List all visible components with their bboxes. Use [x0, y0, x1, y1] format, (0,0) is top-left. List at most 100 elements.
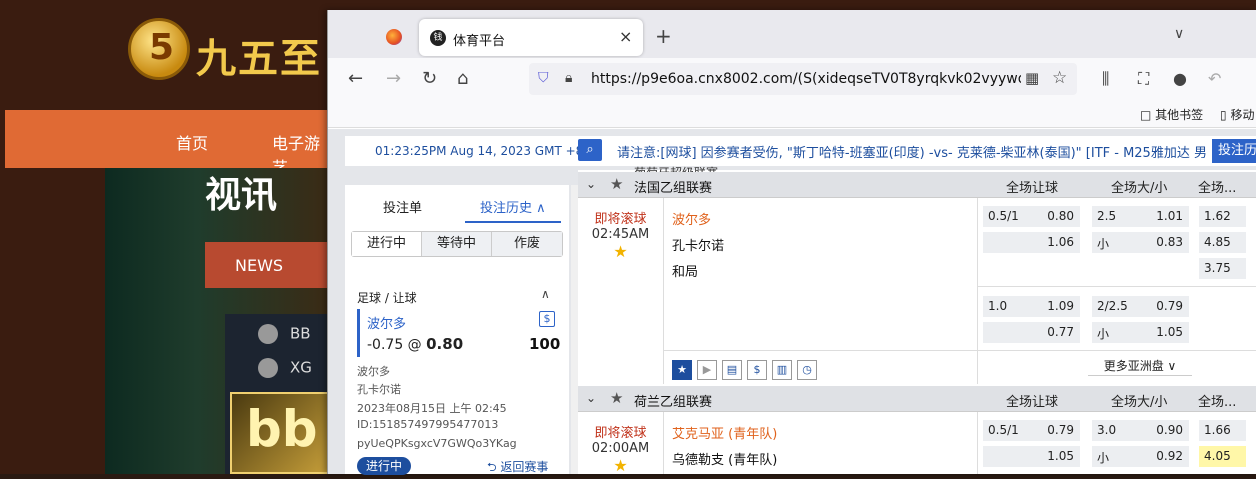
odds-cell[interactable]: 小 1.05	[1092, 322, 1189, 343]
odds-cell[interactable]: 0.5/1 0.80	[983, 206, 1080, 227]
odds-cell[interactable]: 2/2.5 0.79	[1092, 296, 1189, 317]
odds-cell-highlighted[interactable]: 4.05	[1199, 446, 1246, 467]
new-tab-button[interactable]: +	[655, 24, 672, 48]
provider-xg[interactable]: XG	[258, 358, 312, 378]
shield-icon[interactable]: ⛉	[538, 70, 549, 86]
odds-cell[interactable]: 4.85	[1199, 232, 1246, 253]
stats-icon[interactable]: ▥	[772, 360, 792, 380]
bookmark-label: 移动	[1230, 108, 1255, 122]
odds-value: 3.75	[1204, 261, 1231, 275]
dollar-icon[interactable]: $	[539, 311, 555, 327]
site-title: 九五至	[196, 36, 322, 82]
status-segments: 进行中 等待中 作废	[351, 231, 563, 257]
crop-icon[interactable]: ⛶	[1138, 69, 1149, 89]
favorite-star-icon[interactable]: ★	[578, 242, 663, 261]
odds-cell[interactable]: 小 0.92	[1092, 446, 1189, 467]
chevron-down-icon[interactable]: ∨	[1174, 26, 1184, 42]
info-bar: 01:23:25PM Aug 14, 2023 GMT +8 ⌕ 请注意:[网球…	[345, 136, 1256, 166]
bookmark-mobile[interactable]: ▯ 移动	[1220, 106, 1254, 123]
odds-value: 1.05	[1047, 449, 1074, 463]
play-icon[interactable]: ▶	[697, 360, 717, 380]
chevron-down-icon[interactable]: ⌄	[586, 177, 596, 191]
col-over-under: 全场大/小	[1111, 395, 1168, 410]
home-icon[interactable]: ⌂	[457, 68, 468, 89]
search-icon[interactable]: ⌕	[578, 139, 602, 161]
total-line: 小	[1097, 451, 1110, 465]
segment-running[interactable]: 进行中	[352, 232, 422, 256]
close-icon[interactable]: ×	[619, 27, 632, 46]
tab-underline	[465, 221, 561, 223]
undo-icon[interactable]: ↶	[1208, 69, 1221, 88]
total-line: 小	[1097, 327, 1110, 341]
odds-cell[interactable]: 1.0 1.09	[983, 296, 1080, 317]
odds-cell[interactable]: 小 0.83	[1092, 232, 1189, 253]
total-line: 3.0	[1097, 423, 1117, 437]
pick-odds: 0.80	[426, 335, 464, 353]
cashout-icon[interactable]: $	[747, 360, 767, 380]
odds-value: 0.83	[1156, 235, 1183, 249]
pick-team: 波尔多	[367, 317, 407, 332]
odds-cell[interactable]: 2.5 1.01	[1092, 206, 1189, 227]
odds-cell[interactable]: 1.06	[983, 232, 1080, 253]
chevron-up-icon[interactable]: ∧	[541, 287, 550, 301]
tab-sports[interactable]: 钱 体育平台 ×	[419, 19, 643, 56]
provider-bb[interactable]: BB	[258, 324, 311, 344]
favorite-tool-icon[interactable]: ★	[672, 360, 692, 380]
odds-cell[interactable]: 0.77	[983, 322, 1080, 343]
lock-icon[interactable]: 🔒︎	[565, 70, 572, 86]
chip-icon	[258, 358, 278, 378]
chat-icon[interactable]: ●	[1173, 69, 1187, 88]
star-icon[interactable]: ★	[610, 175, 623, 193]
odds-cell[interactable]: 1.66	[1199, 420, 1246, 441]
handicap-line: 0.5/1	[988, 423, 1019, 437]
league-name: 荷兰乙组联赛	[634, 395, 713, 410]
league-header[interactable]: ⌄ ★ 荷兰乙组联赛 全场让球 全场大/小 全场...	[578, 386, 1256, 412]
star-icon[interactable]: ★	[610, 389, 623, 407]
league-header[interactable]: ⌄ ★ 法国乙组联赛 全场让球 全场大/小 全场...	[578, 172, 1256, 198]
scoreboard-icon[interactable]: ▤	[722, 360, 742, 380]
favorite-star-icon[interactable]: ★	[578, 456, 663, 475]
reload-icon[interactable]: ↻	[422, 68, 437, 89]
forward-arrow-icon[interactable]: →	[386, 68, 401, 89]
firefox-icon[interactable]	[386, 29, 402, 45]
url-bar[interactable]: ⛉ 🔒︎ https://p9e6oa.cnx8002.com/(S(xideq…	[529, 63, 1077, 95]
segment-pending[interactable]: 等待中	[422, 232, 492, 256]
total-line: 2.5	[1097, 209, 1117, 223]
bookmark-star-icon[interactable]: ☆	[1052, 68, 1067, 88]
kickoff-time: 02:45AM	[591, 227, 650, 242]
browser-window: 钱 体育平台 × + ∨ ← → ↻ ⌂ ⛉ 🔒︎ https://p9e6oa…	[327, 10, 1256, 475]
bet-history-button[interactable]: 投注历	[1212, 139, 1256, 163]
scroll-track[interactable]	[571, 185, 578, 474]
divider	[663, 412, 664, 474]
odds-cell[interactable]: 3.75	[1199, 258, 1246, 279]
site-nav-home[interactable]: 首页	[176, 130, 208, 154]
qr-code-icon[interactable]: ▦	[1025, 69, 1039, 87]
library-icon[interactable]: ⫼	[1102, 69, 1109, 89]
folder-icon: □	[1140, 108, 1152, 122]
tab-bar: 钱 体育平台 × + ∨	[328, 10, 1256, 58]
tab-bet-slip[interactable]: 投注单	[383, 197, 422, 216]
handicap-line: 0.5/1	[988, 209, 1019, 223]
odds-cell[interactable]: 1.62	[1199, 206, 1246, 227]
bookmark-other[interactable]: □ 其他书签	[1140, 106, 1203, 123]
chevron-down-icon[interactable]: ⌄	[586, 391, 596, 405]
tab-bet-history[interactable]: 投注历史 ∧	[480, 197, 546, 216]
bet-section: 足球 / 让球	[357, 291, 417, 305]
bet-time: 2023年08月15日 上午 02:45	[357, 402, 507, 415]
back-to-event-link[interactable]: ⮌ 返回赛事	[487, 458, 548, 479]
odds-cell[interactable]: 0.5/1 0.79	[983, 420, 1080, 441]
site-news[interactable]: NEWS	[205, 242, 335, 288]
site-banner-text: 视讯	[205, 175, 278, 216]
odds-value: 1.06	[1047, 235, 1074, 249]
game-tile[interactable]: bb	[230, 392, 335, 474]
url-text[interactable]: https://p9e6oa.cnx8002.com/(S(xideqseTV0…	[591, 71, 1021, 87]
clock-icon[interactable]: ◷	[797, 360, 817, 380]
back-arrow-icon[interactable]: ←	[348, 68, 363, 89]
odds-cell[interactable]: 3.0 0.90	[1092, 420, 1189, 441]
odds-cell[interactable]: 1.05	[983, 446, 1080, 467]
divider	[977, 412, 978, 474]
segment-void[interactable]: 作废	[492, 232, 562, 256]
more-asian-lines[interactable]: 更多亚洲盘 ∨	[1088, 356, 1192, 376]
col-1x2: 全场...	[1198, 395, 1237, 410]
news-ticker[interactable]: 请注意:[网球] 因参赛者受伤, "斯丁哈特-班塞亚(印度) -vs- 克莱德-…	[617, 142, 1217, 161]
